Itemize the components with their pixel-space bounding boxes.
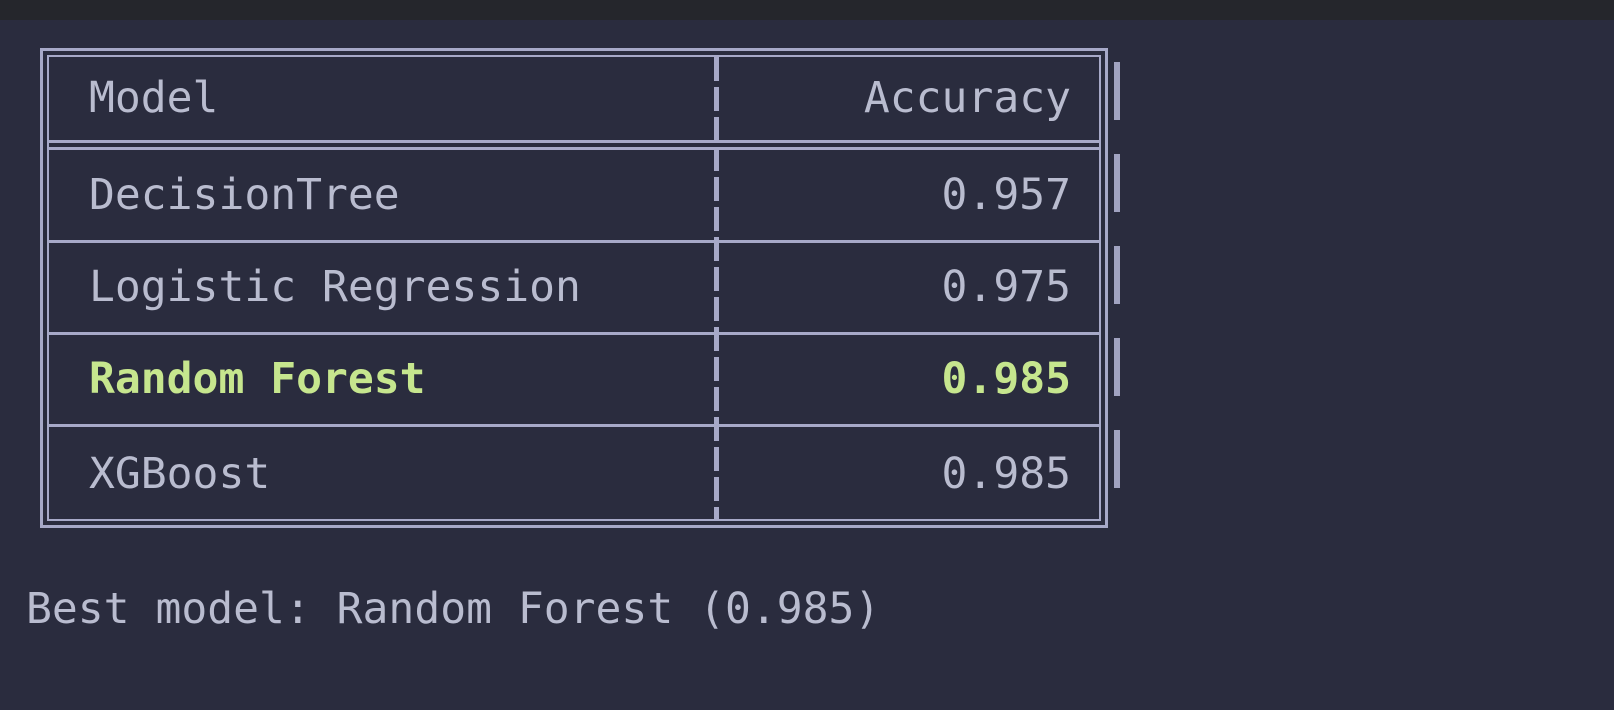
best-model-summary: Best model: Random Forest (0.985) bbox=[26, 584, 881, 634]
table-row: Logistic Regression 0.975 bbox=[49, 243, 1099, 335]
accuracy-value: 0.975 bbox=[941, 262, 1071, 312]
model-name: XGBoost bbox=[89, 448, 271, 499]
results-table: Model Accuracy DecisionTree 0.957 Logist… bbox=[40, 48, 1108, 528]
model-name-highlight: Random Forest bbox=[89, 354, 426, 404]
header-separator bbox=[49, 147, 1099, 150]
window-top-bar bbox=[0, 0, 1614, 20]
header-accuracy: Accuracy bbox=[863, 73, 1071, 123]
model-name: DecisionTree bbox=[89, 170, 400, 220]
accuracy-value: 0.985 bbox=[941, 448, 1071, 499]
accuracy-value-highlight: 0.985 bbox=[941, 354, 1071, 404]
model-name: Logistic Regression bbox=[89, 262, 581, 312]
header-model: Model bbox=[89, 73, 219, 123]
table-row: XGBoost 0.985 bbox=[49, 427, 1099, 521]
table-row: DecisionTree 0.957 bbox=[49, 151, 1099, 243]
terminal-output: Model Accuracy DecisionTree 0.957 Logist… bbox=[0, 20, 1614, 710]
results-table-inner: Model Accuracy DecisionTree 0.957 Logist… bbox=[47, 55, 1101, 521]
table-row-highlight: Random Forest 0.985 bbox=[49, 335, 1099, 427]
table-right-rail bbox=[1114, 62, 1120, 522]
table-header-row: Model Accuracy bbox=[49, 57, 1099, 143]
accuracy-value: 0.957 bbox=[941, 170, 1071, 220]
